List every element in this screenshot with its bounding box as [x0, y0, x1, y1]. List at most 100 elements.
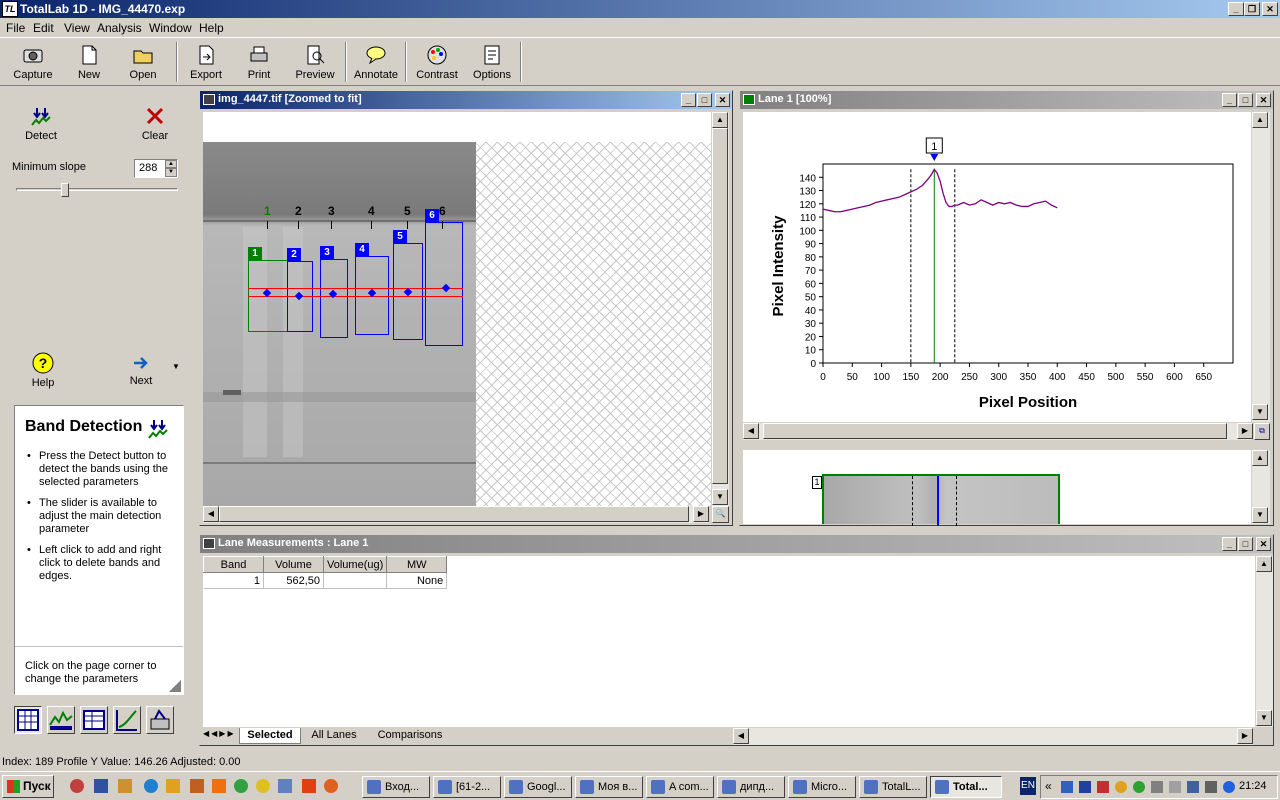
scroll-down-button[interactable]: ▼ [1252, 507, 1268, 523]
lane-label[interactable]: 3 [320, 246, 334, 259]
report-view-button[interactable] [146, 706, 174, 734]
band-edge-line[interactable] [248, 288, 463, 289]
menu-view[interactable]: View [64, 21, 90, 35]
zoom-icon[interactable]: 🔍 [712, 506, 729, 523]
tab-selected[interactable]: Selected [239, 728, 301, 744]
detect-button[interactable]: Detect [24, 105, 58, 142]
taskbar-item[interactable]: Micro... [788, 776, 856, 798]
scroll-down-button[interactable]: ▼ [1256, 710, 1272, 726]
new-button[interactable]: New [70, 42, 108, 84]
lane-number[interactable]: 2 [295, 204, 302, 218]
restore-button[interactable]: ❐ [1244, 2, 1260, 16]
meas-vscrollbar[interactable]: ▲ ▼ [1256, 556, 1273, 727]
tray-icon[interactable] [1169, 781, 1181, 793]
page-corner[interactable] [169, 680, 181, 692]
scroll-up-button[interactable]: ▲ [712, 112, 728, 128]
quick-launch-icon[interactable] [144, 779, 158, 793]
taskbar-item[interactable]: Вход... [362, 776, 430, 798]
quick-launch-icon[interactable] [118, 779, 132, 793]
image-close-button[interactable]: ✕ [715, 93, 730, 107]
meas-close-button[interactable]: ✕ [1256, 537, 1271, 551]
tray-icon[interactable] [1097, 781, 1109, 793]
tray-icon[interactable] [1133, 781, 1145, 793]
scroll-down-button[interactable]: ▼ [712, 489, 728, 505]
slope-slider-thumb[interactable] [61, 183, 69, 197]
quick-launch-icon[interactable] [302, 779, 316, 793]
options-button[interactable]: Options [470, 42, 514, 84]
profile-chart-area[interactable]: 0 10 20 30 40 50 60 70 80 90 100 110 120 130 140 0 50 100… [743, 112, 1251, 422]
help-button[interactable]: ? Help [28, 352, 58, 389]
lane-maximize-button[interactable]: □ [1238, 93, 1253, 107]
print-button[interactable]: Print [242, 42, 276, 84]
quick-launch-icon[interactable] [212, 779, 226, 793]
lane-label[interactable]: 6 [425, 209, 439, 222]
clear-button[interactable]: Clear [140, 105, 170, 142]
preview-button[interactable]: Preview [292, 42, 338, 84]
profile-view-button[interactable] [47, 706, 75, 734]
tray-icon[interactable] [1115, 781, 1127, 793]
quick-launch-icon[interactable] [324, 779, 338, 793]
taskbar-item[interactable]: TotalL... [859, 776, 927, 798]
measurements-grid[interactable]: Band Volume Volume(ug) MW 1 562,50 None [203, 556, 1255, 727]
tab-comparisons[interactable]: Comparisons [369, 728, 451, 744]
lane-label[interactable]: 5 [393, 230, 407, 243]
next-dropdown-icon[interactable]: ▼ [172, 362, 180, 371]
next-button[interactable]: Next [126, 354, 156, 387]
column-header[interactable]: MW [386, 556, 448, 573]
band-edge-line[interactable] [248, 296, 463, 297]
tray-icon[interactable] [1079, 781, 1091, 793]
grid-view-button[interactable] [14, 706, 42, 734]
image-canvas[interactable]: 1 2 3 4 5 6 [203, 112, 711, 506]
meas-minimize-button[interactable]: _ [1222, 537, 1237, 551]
tray-expand-icon[interactable]: « [1045, 779, 1052, 793]
lane-number[interactable]: 1 [264, 204, 271, 218]
open-button[interactable]: Open [124, 42, 162, 84]
taskbar-item[interactable]: [61-2... [433, 776, 501, 798]
taskbar-item[interactable]: A com... [646, 776, 714, 798]
scroll-left-button[interactable]: ◀ [743, 423, 759, 439]
lane-box[interactable] [320, 259, 348, 338]
scroll-down-button[interactable]: ▼ [1252, 404, 1268, 420]
profile-hscrollbar[interactable]: ◀ ▶ [743, 423, 1253, 440]
lane-number[interactable]: 5 [404, 204, 411, 218]
minimize-button[interactable]: _ [1228, 2, 1244, 16]
image-vscrollbar[interactable]: ▲ ▼ [712, 112, 729, 506]
scroll-up-button[interactable]: ▲ [1256, 556, 1272, 572]
tray-icon[interactable] [1187, 781, 1199, 793]
lane-number[interactable]: 4 [368, 204, 375, 218]
lane-minimize-button[interactable]: _ [1222, 93, 1237, 107]
lane-label[interactable]: 2 [287, 248, 301, 261]
menu-help[interactable]: Help [199, 21, 224, 35]
quick-launch-icon[interactable] [166, 779, 180, 793]
scroll-right-button[interactable]: ▶ [1237, 728, 1253, 744]
quick-launch-icon[interactable] [70, 779, 84, 793]
capture-button[interactable]: Capture [10, 42, 56, 84]
taskbar-item[interactable]: дипд... [717, 776, 785, 798]
quick-launch-icon[interactable] [278, 779, 292, 793]
scroll-left-button[interactable]: ◀ [733, 728, 749, 744]
lane-label[interactable]: 4 [355, 243, 369, 256]
tray-icon[interactable] [1205, 781, 1217, 793]
meas-maximize-button[interactable]: □ [1238, 537, 1253, 551]
annotate-button[interactable]: Annotate [352, 42, 400, 84]
image-maximize-button[interactable]: □ [697, 93, 712, 107]
taskbar-item-active[interactable]: Total... [930, 776, 1002, 798]
hscroll-thumb[interactable] [763, 423, 1227, 439]
column-header[interactable]: Volume [263, 556, 324, 573]
quick-launch-icon[interactable] [234, 779, 248, 793]
scroll-right-button[interactable]: ▶ [1237, 423, 1253, 439]
cell-volume-ug[interactable] [323, 572, 388, 589]
quick-launch-icon[interactable] [94, 779, 108, 793]
meas-hscrollbar[interactable]: ◀ ▶ [733, 728, 1253, 745]
cell-mw[interactable]: None [386, 572, 448, 589]
strip-vscrollbar[interactable]: ▲ ▼ [1252, 450, 1270, 524]
tray-icon[interactable] [1151, 781, 1163, 793]
intensity-profile-chart[interactable]: 01020304050607080901001101201301400 50 100… [743, 112, 1251, 422]
scroll-up-button[interactable]: ▲ [1252, 112, 1268, 128]
menu-file[interactable]: File [6, 21, 25, 35]
fit-view-icon[interactable]: ⧉ [1254, 423, 1270, 440]
profile-vscrollbar[interactable]: ▲ ▼ [1252, 112, 1270, 422]
scroll-up-button[interactable]: ▲ [1252, 450, 1268, 466]
scroll-right-button[interactable]: ▶ [693, 506, 709, 522]
curve-view-button[interactable] [113, 706, 141, 734]
